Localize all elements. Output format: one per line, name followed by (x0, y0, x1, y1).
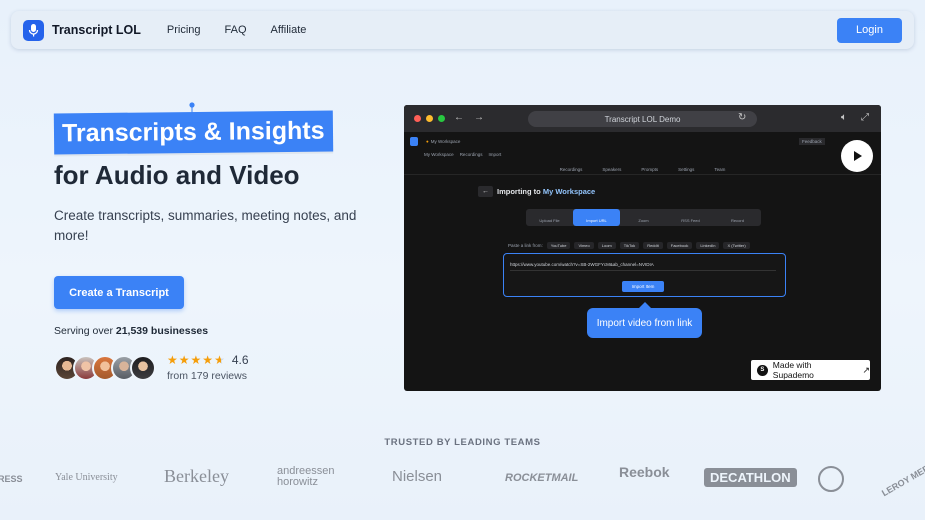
supademo-badge[interactable]: S Made with Supademo ↗ (751, 360, 870, 380)
panel-title-target: My Workspace (542, 187, 596, 196)
close-dot-icon[interactable] (414, 115, 421, 122)
hero-title: for Audio and Video (54, 160, 300, 190)
serving-count: 21,539 businesses (115, 325, 209, 337)
tab-prompts[interactable]: Prompts (641, 167, 658, 174)
forward-arrow-icon[interactable]: → (474, 112, 484, 123)
tab-team[interactable]: Team (714, 167, 725, 174)
play-button[interactable] (841, 140, 873, 172)
nav-link-pricing[interactable]: Pricing (167, 24, 201, 36)
supademo-label: Made with Supademo (772, 360, 814, 380)
feedback-button[interactable]: Feedback (799, 138, 825, 145)
source-tab-import-url[interactable]: Import URL (573, 209, 620, 226)
panel-title-prefix: Importing to (497, 187, 543, 196)
source-tab-zoom[interactable]: Zoom (620, 209, 667, 226)
logo-nielsen: Nielsen (392, 468, 443, 485)
browser-chrome: ← → Transcript LOL Demo ↻ 🔈︎ ⤢ (404, 105, 881, 132)
source-tab-record[interactable]: Record (714, 209, 761, 226)
source-tabs: Upload File Import URL Zoom RSS Feed Rec… (526, 209, 761, 226)
rating-block: ★ ★ ★ ★ ★ 4.6 from 179 reviews (167, 353, 249, 382)
platform-chip[interactable]: Facebook (666, 242, 693, 249)
app-header: ● My Workspace Feedback (404, 136, 881, 147)
platform-chip[interactable]: Loom (597, 242, 616, 249)
mute-icon[interactable]: 🔈︎ (841, 112, 847, 123)
seal-logo-icon (818, 466, 844, 492)
rating-value: 4.6 (231, 353, 249, 367)
tab-speakers[interactable]: Speakers (602, 167, 621, 174)
logo-a16z: andreessen horowitz (277, 465, 335, 488)
logo-decathlon: DECATHLON (704, 468, 797, 487)
star-icon: ★ (178, 353, 191, 367)
logo-berkeley: Berkeley (164, 466, 229, 486)
source-tab-upload[interactable]: Upload File (526, 209, 573, 226)
star-icon: ★ (190, 353, 203, 367)
logo-strip: RESS Yale University Berkeley andreessen… (0, 456, 925, 499)
app-tabs: Recordings Speakers Prompts Settings Tea… (404, 167, 881, 175)
serving-text: Serving over 21,539 businesses (54, 325, 208, 337)
logo-mic-icon[interactable] (23, 19, 44, 41)
navbar: Transcript LOL Pricing FAQ Affiliate Log… (11, 11, 914, 49)
login-button[interactable]: Login (837, 17, 902, 43)
platform-chip[interactable]: Reddit (643, 242, 663, 249)
back-arrow-icon[interactable]: ← (454, 112, 464, 123)
nav-link-faq[interactable]: FAQ (225, 24, 247, 36)
platform-chip[interactable]: LinkedIn (696, 242, 720, 249)
avatar (130, 355, 156, 381)
platform-chip[interactable]: Vimeo (574, 242, 594, 249)
logo-yale: Yale University (55, 472, 118, 483)
maximize-dot-icon[interactable] (438, 115, 445, 122)
breadcrumb: My Workspace Recordings Import (404, 149, 881, 160)
hero-highlight: Transcripts & Insights (53, 110, 333, 155)
tab-settings[interactable]: Settings (678, 167, 694, 174)
trusted-heading: TRUSTED BY LEADING TEAMS (384, 437, 541, 448)
nav-link-affiliate[interactable]: Affiliate (271, 24, 307, 36)
breadcrumb-item[interactable]: Import (488, 152, 501, 157)
external-link-icon: ↗ (862, 364, 870, 375)
panel-title: Importing to My Workspace (497, 187, 595, 196)
brand-name[interactable]: Transcript LOL (52, 23, 141, 37)
customer-avatars (54, 355, 156, 381)
star-rating: ★ ★ ★ ★ ★ 4.6 (167, 353, 249, 367)
minimize-dot-icon[interactable] (426, 115, 433, 122)
import-tooltip: Import video from link (587, 302, 702, 338)
logo-reebok: Reebok (619, 464, 670, 480)
star-icon: ★ (167, 353, 179, 367)
platform-chip[interactable]: YouTube (546, 242, 571, 249)
back-button[interactable]: ← (478, 186, 493, 197)
import-item-button[interactable]: Import Item (622, 281, 664, 292)
workspace-name[interactable]: My Workspace (431, 139, 461, 144)
workspace-dot-icon: ● (426, 139, 429, 144)
logo-rocketmail: ROCKETMAIL (505, 472, 579, 484)
platform-row: Paste a link from: YouTube Vimeo Loom Ti… (508, 242, 750, 249)
demo-url-bar: Transcript LOL Demo (528, 111, 757, 127)
hero-subtitle: Create transcripts, summaries, meeting n… (54, 208, 357, 243)
breadcrumb-item[interactable]: My Workspace (424, 152, 454, 157)
reload-icon[interactable]: ↻ (738, 112, 746, 123)
url-input[interactable]: https://www.youtube.com/watch?v=SB-2WGFY… (510, 260, 776, 271)
app-logo-icon (410, 137, 418, 146)
platform-chip[interactable]: X (Twitter) (723, 242, 750, 249)
url-import-box: https://www.youtube.com/watch?v=SB-2WGFY… (503, 253, 786, 297)
star-icon: ★ (202, 353, 215, 367)
paste-label: Paste a link from: (508, 243, 543, 248)
play-icon (854, 151, 862, 161)
source-tab-rss[interactable]: RSS Feed (667, 209, 714, 226)
half-star-icon: ★ (214, 353, 226, 367)
demo-window[interactable]: ← → Transcript LOL Demo ↻ 🔈︎ ⤢ ● My Work… (404, 105, 881, 391)
supademo-logo-icon: S (757, 364, 768, 376)
reviews-count: from 179 reviews (167, 370, 247, 382)
logo-leroy-merlin: LEROY MERLIN (880, 455, 925, 499)
logo-ress: RESS (0, 474, 23, 484)
platform-chip[interactable]: TikTok (619, 242, 640, 249)
serving-prefix: Serving over (54, 325, 116, 337)
fullscreen-icon[interactable]: ⤢ (861, 112, 869, 123)
create-transcript-button[interactable]: Create a Transcript (54, 276, 184, 309)
tab-recordings[interactable]: Recordings (560, 167, 583, 174)
breadcrumb-item[interactable]: Recordings (460, 152, 483, 157)
